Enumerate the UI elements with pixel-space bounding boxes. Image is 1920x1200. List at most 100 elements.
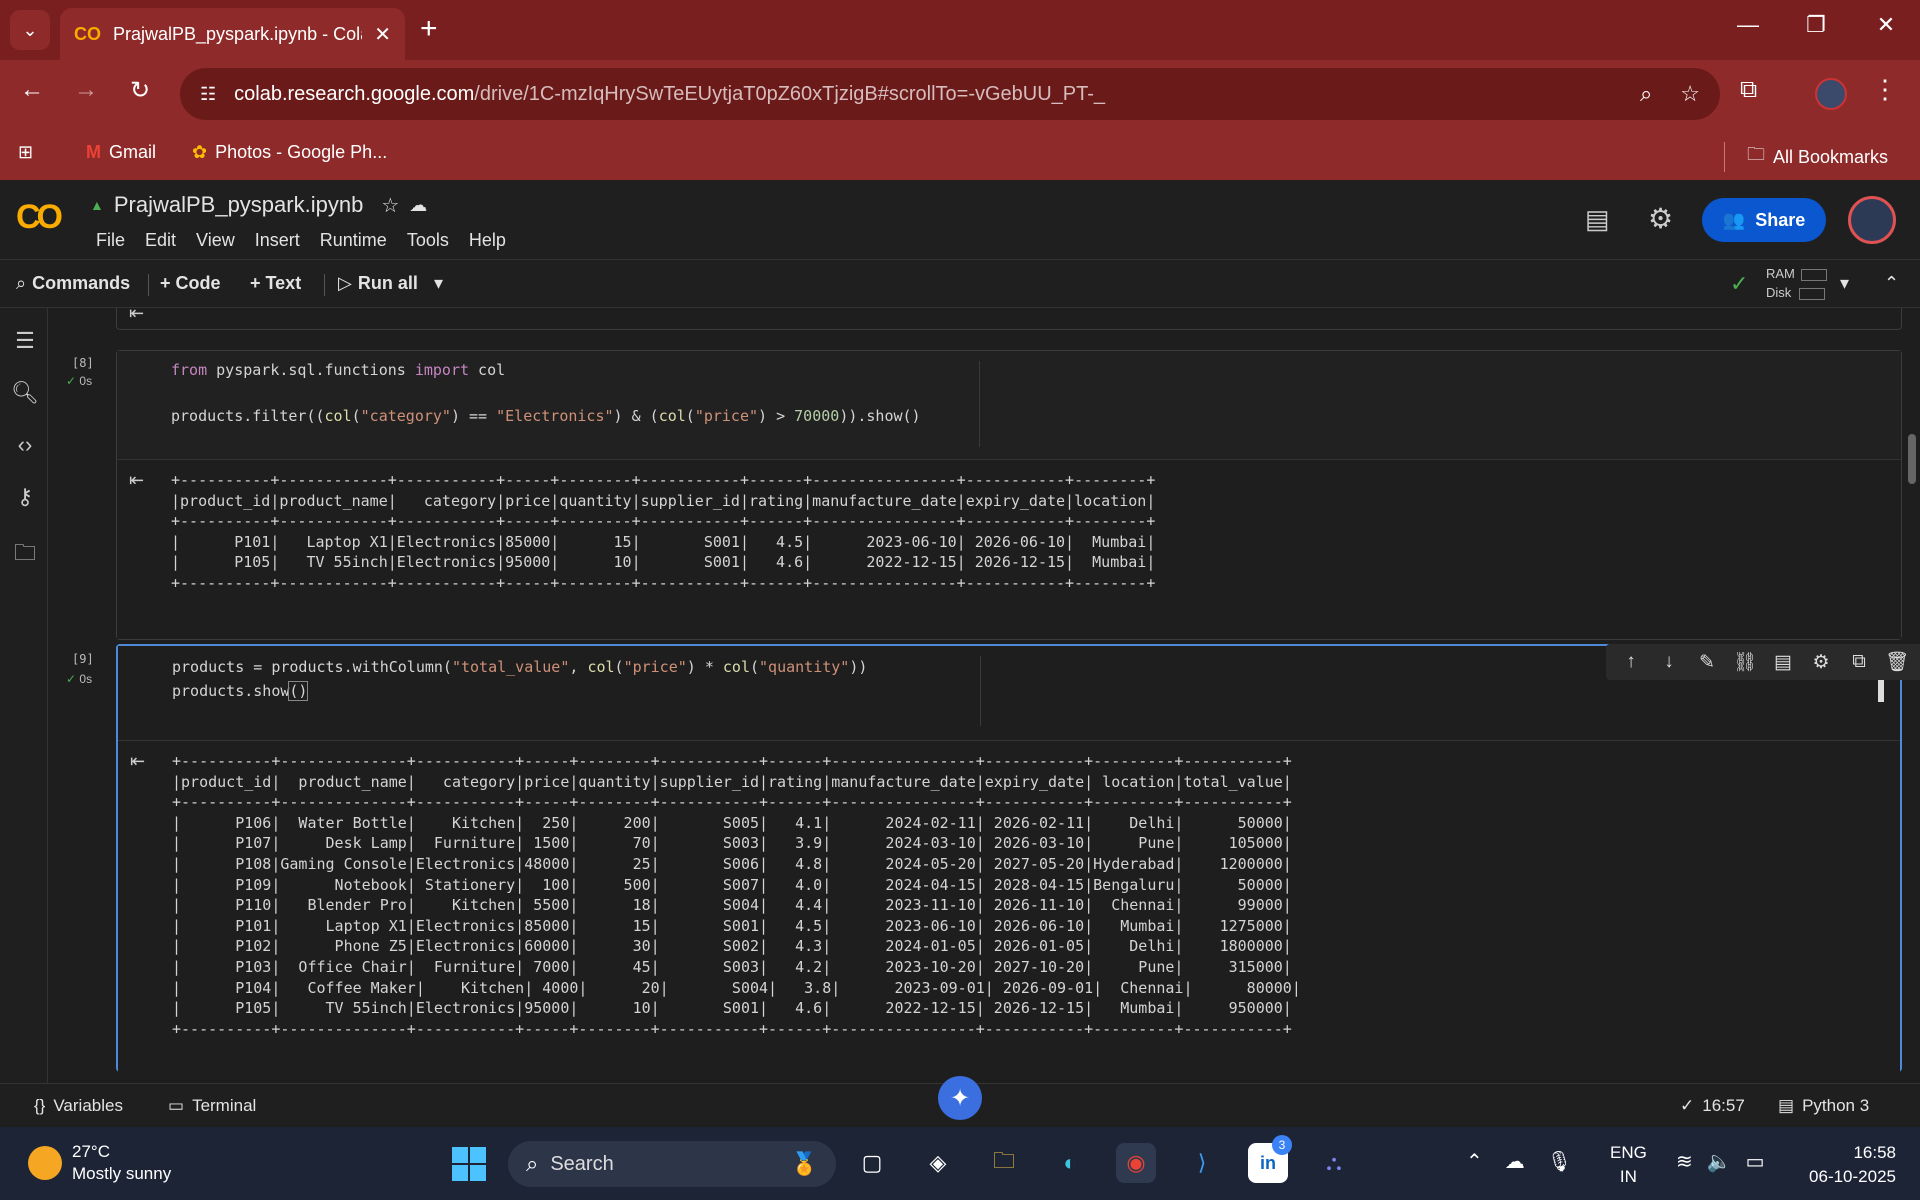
colab-favicon-icon: CO [74, 23, 101, 44]
menu-file[interactable]: File [86, 230, 135, 251]
forward-button[interactable]: → [68, 76, 104, 104]
task-view-icon[interactable]: ▢ [852, 1143, 892, 1183]
vscode-icon[interactable]: ⟩ [1182, 1143, 1222, 1183]
menu-edit[interactable]: Edit [135, 230, 186, 251]
code-editor[interactable]: from pyspark.sql.functions import col pr… [117, 351, 1901, 459]
cloud-saved-icon[interactable]: ☁ [409, 195, 427, 216]
language-indicator[interactable]: ENG IN [1610, 1141, 1647, 1189]
copilot-icon[interactable]: ◈ [918, 1143, 958, 1183]
chrome-profile-avatar[interactable] [1815, 78, 1847, 110]
bookmarks-bar: ⊞ M Gmail ✿ Photos - Google Ph... 🗀 All Boo… [0, 128, 1920, 180]
network-volume-battery[interactable]: ≋ 🔈 ▭ [1676, 1149, 1765, 1174]
gear-icon[interactable]: ⚙ [1648, 202, 1673, 235]
address-bar[interactable]: ☷ colab.research.google.com/drive/1C-mzI… [180, 68, 1720, 120]
ruler-line [979, 361, 980, 447]
people-icon: 👥 [1722, 209, 1746, 230]
add-code-button[interactable]: + Code [160, 273, 221, 294]
previous-cell[interactable]: ⇤ [116, 308, 1902, 330]
terminal-button[interactable]: ▭ Terminal [168, 1096, 256, 1116]
output-toggle-icon[interactable]: ⇤ [129, 308, 144, 324]
key-icon[interactable]: ⚷ [10, 484, 40, 510]
edge-icon[interactable]: ◐ [1050, 1143, 1090, 1183]
zoom-icon[interactable]: ⌕ [1640, 81, 1652, 107]
notebook-area[interactable]: ⇤ [8] ✓ 0s from pyspark.sql.functions im… [48, 308, 1920, 1083]
onedrive-icon[interactable]: ☁ [1505, 1149, 1525, 1174]
run-all-dropdown[interactable]: ▾ [434, 273, 443, 294]
windows-start-button[interactable] [452, 1147, 486, 1181]
star-icon[interactable]: ☆ [1680, 81, 1700, 107]
bookmark-photos[interactable]: ✿ Photos - Google Ph... [192, 142, 387, 163]
code-snippets-icon[interactable]: ‹› [10, 432, 40, 458]
back-button[interactable]: ← [14, 76, 50, 104]
code-cell-focused[interactable]: ▶ products = products.withColumn("total_… [116, 644, 1920, 1072]
taskbar-search[interactable]: ⌕ Search 🏅 [508, 1141, 836, 1187]
window-close-button[interactable]: ✕ [1866, 12, 1906, 38]
code-cell[interactable]: from pyspark.sql.functions import col pr… [116, 350, 1902, 640]
gemini-sparkle-button[interactable]: ✦ [938, 1076, 982, 1120]
add-text-button[interactable]: + Text [250, 273, 301, 294]
connect-dropdown[interactable]: ▾ [1840, 273, 1849, 294]
file-explorer-icon[interactable]: 🗀 [984, 1143, 1024, 1183]
last-run-status[interactable]: ✓ 16:57 [1680, 1096, 1745, 1116]
link-icon[interactable]: ⛓ [1726, 650, 1764, 674]
chrome-icon[interactable]: ◉ [1116, 1143, 1156, 1183]
folder-icon[interactable]: 🗀 [10, 536, 40, 574]
run-all-button[interactable]: ▷ Run all [338, 273, 418, 294]
new-tab-button[interactable]: + [420, 12, 438, 46]
colab-logo-icon[interactable]: CO [16, 198, 63, 237]
trash-icon[interactable]: 🗑 [1878, 650, 1916, 674]
restore-button[interactable]: ❐ [1796, 12, 1836, 38]
scrollbar-thumb[interactable] [1908, 434, 1916, 484]
code-line: products = products.withColumn("total_va… [172, 658, 868, 676]
chrome-menu-icon[interactable]: ⋮ [1872, 74, 1898, 105]
all-bookmarks[interactable]: 🗀 All Bookmarks [1724, 142, 1888, 172]
notebook-name[interactable]: PrajwalPB_pyspark.ipynb [114, 192, 363, 218]
browser-tab-active[interactable]: CO PrajwalPB_pyspark.ipynb - Colab ✕ [60, 8, 405, 60]
output-toggle-icon[interactable]: ⇤ [129, 470, 144, 491]
clock[interactable]: 16:58 06-10-2025 [1796, 1141, 1896, 1189]
bookmark-gmail[interactable]: M Gmail [86, 142, 156, 163]
menu-insert[interactable]: Insert [245, 230, 310, 251]
extensions-icon[interactable]: ⧉ [1740, 76, 1757, 104]
avatar[interactable] [1848, 196, 1896, 244]
output-toggle-icon[interactable]: ⇤ [130, 751, 145, 772]
comment-icon[interactable]: ▤ [1764, 651, 1802, 674]
close-icon[interactable]: ✕ [374, 22, 391, 47]
move-up-icon[interactable]: ↑ [1612, 651, 1650, 673]
star-icon[interactable]: ☆ [381, 193, 399, 218]
system-tray: ⌃ ☁ 🎙 [1466, 1149, 1572, 1174]
apps-grid-icon[interactable]: ⊞ [18, 142, 33, 163]
server-icon: ▤ [1778, 1096, 1795, 1115]
commands-button[interactable]: ⌕ Commands [16, 273, 130, 294]
menu-help[interactable]: Help [459, 230, 516, 251]
terminal-icon: ▭ [168, 1096, 185, 1115]
gear-icon[interactable]: ⚙ [1802, 651, 1840, 674]
microphone-icon[interactable]: 🎙 [1547, 1149, 1572, 1174]
teams-icon[interactable]: ⛬ [1314, 1143, 1354, 1183]
resource-monitor[interactable]: RAM Disk [1766, 264, 1827, 302]
more-options-icon[interactable]: ⋮ [1916, 651, 1920, 674]
chevron-up-icon[interactable]: ⌃ [1466, 1149, 1483, 1174]
reload-button[interactable]: ↻ [122, 76, 158, 105]
menu-runtime[interactable]: Runtime [310, 230, 397, 251]
find-replace-icon[interactable]: 🔍︎ [10, 380, 40, 406]
weather-widget[interactable]: 27°C Mostly sunny [28, 1141, 171, 1185]
mirror-cell-icon[interactable]: ⧉ [1840, 651, 1878, 673]
site-info-icon[interactable]: ☷ [200, 84, 216, 105]
move-down-icon[interactable]: ↓ [1650, 651, 1688, 673]
code-line: from pyspark.sql.functions import col [171, 361, 506, 379]
browser-toolbar: ← → ↻ ☷ colab.research.google.com/drive/… [0, 60, 1920, 128]
share-button[interactable]: 👥 Share [1702, 198, 1826, 242]
tab-title: PrajwalPB_pyspark.ipynb - Colab [113, 23, 363, 44]
menu-view[interactable]: View [186, 230, 245, 251]
magic-wand-icon[interactable]: ✎ [1688, 651, 1726, 674]
variables-button[interactable]: {} Variables [34, 1096, 123, 1116]
comments-icon[interactable]: ▤ [1585, 204, 1610, 235]
menu-tools[interactable]: Tools [397, 230, 459, 251]
kernel-status[interactable]: ▤ Python 3 [1778, 1096, 1869, 1116]
tab-search-button[interactable]: ⌄ [10, 10, 50, 50]
minimize-button[interactable]: — [1728, 12, 1768, 38]
execution-count: [9] [72, 652, 94, 666]
table-of-contents-icon[interactable]: ☰ [10, 328, 40, 354]
collapse-header-button[interactable]: ⌃ [1884, 273, 1899, 294]
